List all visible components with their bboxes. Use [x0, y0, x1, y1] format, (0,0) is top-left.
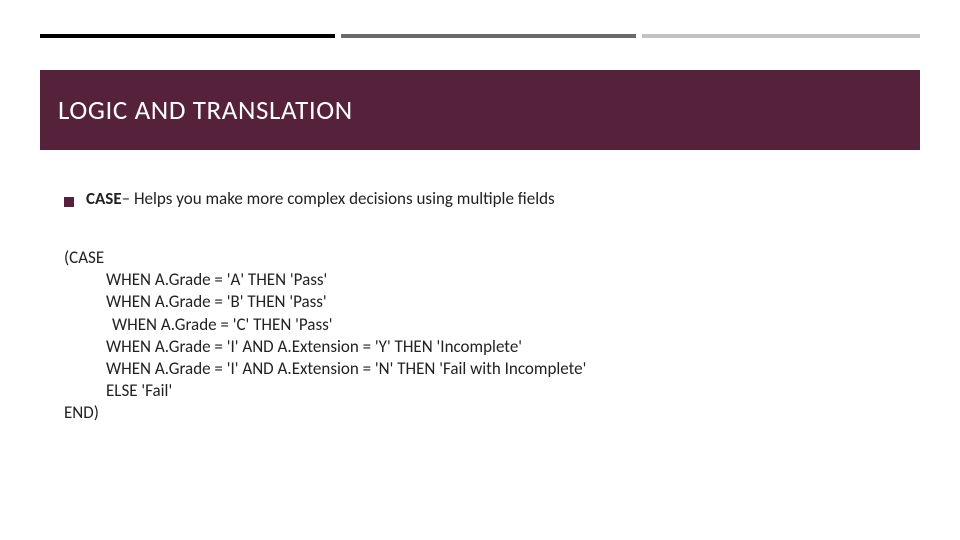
code-else: ELSE 'Fail' — [64, 380, 920, 402]
bullet-desc: – Helps you make more complex decisions … — [122, 188, 555, 209]
code-when-4: WHEN A.Grade = 'I' AND A.Extension = 'Y'… — [64, 336, 920, 358]
code-close: END) — [64, 402, 99, 423]
divider-seg-light — [642, 34, 920, 38]
bullet-text: CASE– Helps you make more complex decisi… — [86, 188, 555, 209]
slide: LOGIC AND TRANSLATION CASE– Helps you ma… — [0, 0, 960, 540]
divider-seg-dark — [40, 34, 335, 38]
slide-content: CASE– Helps you make more complex decisi… — [64, 188, 920, 424]
bullet-item: CASE– Helps you make more complex decisi… — [64, 188, 920, 209]
code-when-1: WHEN A.Grade = 'A' THEN 'Pass' — [64, 269, 920, 291]
code-block: (CASE WHEN A.Grade = 'A' THEN 'Pass' WHE… — [64, 247, 920, 424]
bullet-marker — [64, 197, 74, 207]
code-open: (CASE — [64, 247, 104, 268]
code-when-3: WHEN A.Grade = 'C' THEN 'Pass' — [64, 314, 920, 336]
divider-seg-mid — [341, 34, 636, 38]
slide-title: LOGIC AND TRANSLATION — [58, 94, 353, 127]
top-divider — [40, 34, 920, 38]
code-when-2: WHEN A.Grade = 'B' THEN 'Pass' — [64, 291, 920, 313]
code-when-5: WHEN A.Grade = 'I' AND A.Extension = 'N'… — [64, 358, 920, 380]
bullet-keyword: CASE — [86, 188, 122, 209]
title-band: LOGIC AND TRANSLATION — [40, 70, 920, 150]
